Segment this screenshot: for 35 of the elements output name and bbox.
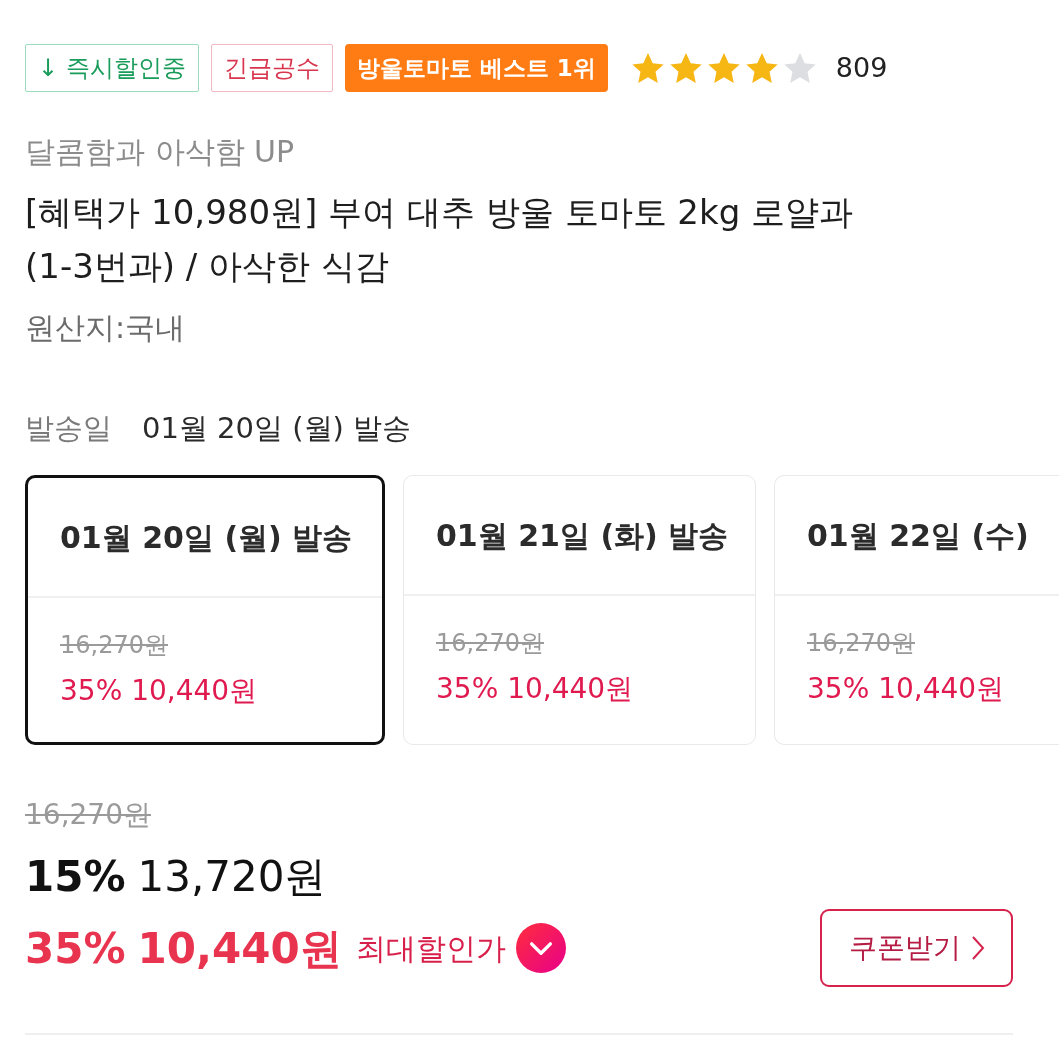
bestseller-tag: 방울토마토 베스트 1위 bbox=[344, 44, 608, 92]
shipping-option-card[interactable]: 01월 21일 (화) 발송 16,270원 35% 10,440원 bbox=[403, 475, 756, 745]
ship-date: 01월 21일 (화) 발송 bbox=[436, 516, 729, 555]
instant-discount-tag: ↓ 즉시할인중 bbox=[25, 44, 199, 92]
urgent-tag: 긴급공수 bbox=[210, 44, 333, 92]
original-price: 16,270원 bbox=[25, 797, 151, 833]
star-icon bbox=[707, 53, 740, 83]
shipping-label: 발송일 bbox=[25, 410, 112, 447]
sale-price: 35% 10,440원 bbox=[436, 671, 634, 707]
shipping-option-card[interactable]: 01월 20일 (월) 발송 16,270원 35% 10,440원 bbox=[25, 475, 385, 745]
shipping-date: 01월 20일 (월) 발송 bbox=[142, 410, 412, 447]
discount-rate: 15% bbox=[25, 851, 126, 903]
discounted-price: 13,720원 bbox=[137, 851, 327, 903]
chevron-right-icon bbox=[970, 935, 985, 961]
original-price: 16,270원 bbox=[60, 630, 168, 661]
original-price: 16,270원 bbox=[807, 628, 915, 659]
star-icon bbox=[783, 53, 816, 83]
product-title: [혜택가 10,980원] 부여 대추 방울 토마토 2kg 로얄과 (1-3번과) / 아삭한 식감 bbox=[25, 191, 855, 288]
sale-price: 35% 10,440원 bbox=[60, 673, 258, 709]
product-tagline: 달콤함과 아삭함 UP bbox=[25, 134, 296, 170]
original-price: 16,270원 bbox=[436, 628, 544, 659]
best-discount-rate: 35% bbox=[25, 922, 126, 975]
chevron-down-icon[interactable] bbox=[515, 923, 566, 973]
star-icon bbox=[631, 53, 664, 83]
star-icon bbox=[745, 53, 778, 83]
best-price: 10,440원 bbox=[137, 922, 342, 975]
ship-date: 01월 20일 (월) 발송 bbox=[60, 518, 353, 557]
review-count: 809 bbox=[835, 50, 888, 85]
sale-price: 35% 10,440원 bbox=[807, 671, 1005, 707]
ship-date: 01월 22일 (수) bbox=[807, 516, 1029, 555]
origin-text: 원산지:국내 bbox=[25, 309, 187, 347]
star-icon bbox=[669, 53, 702, 83]
shipping-option-card[interactable]: 01월 22일 (수) 16,270원 35% 10,440원 bbox=[774, 475, 1059, 745]
best-price-label: 최대할인가 bbox=[355, 929, 506, 968]
coupon-button[interactable]: 쿠폰받기 bbox=[820, 909, 1013, 987]
